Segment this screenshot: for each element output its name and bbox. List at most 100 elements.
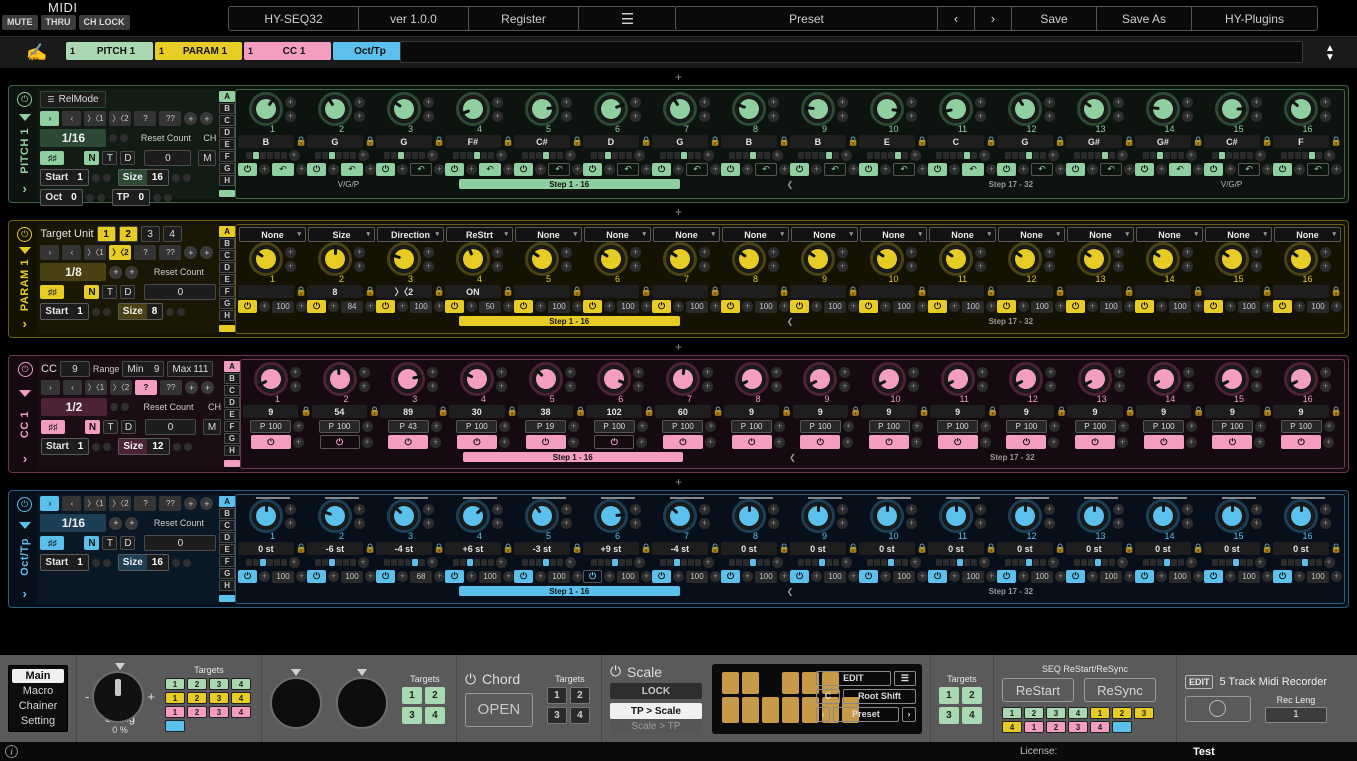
step-gate-toggle[interactable]: ⏻: [1066, 300, 1086, 313]
step-inc-icon[interactable]: +: [1114, 366, 1126, 378]
amount-stepper-icon[interactable]: +: [365, 571, 377, 582]
pattern-bank-A[interactable]: A: [219, 91, 236, 102]
chain-tab-0[interactable]: 1 PITCH 1: [66, 42, 153, 60]
step-bar-meter[interactable]: [245, 152, 287, 159]
pattern-bank-B[interactable]: B: [219, 238, 236, 249]
step-bar-stepper-icon[interactable]: +: [909, 150, 921, 161]
note-mode-icon[interactable]: ♯♯: [41, 420, 65, 434]
step-knob[interactable]: [870, 92, 905, 126]
amount-stepper-icon[interactable]: +: [572, 301, 584, 312]
step-knob-steppers[interactable]: + +: [630, 503, 642, 529]
nav-button-1[interactable]: ‹: [62, 111, 82, 126]
step-inc-icon[interactable]: +: [289, 366, 301, 378]
step-bar-stepper-icon[interactable]: +: [1254, 557, 1266, 568]
gate-stepper-icon[interactable]: +: [361, 436, 373, 448]
step-knob-steppers[interactable]: + +: [1113, 96, 1125, 122]
pattern-bank-H[interactable]: H: [219, 580, 236, 591]
pattern-bank-B[interactable]: B: [219, 508, 236, 519]
scale-lock-button[interactable]: LOCK: [609, 683, 702, 699]
mid-knob-a[interactable]: [269, 676, 322, 729]
white-key-1[interactable]: [741, 696, 759, 723]
mid-target-3[interactable]: 3: [401, 706, 422, 724]
step-knob-steppers[interactable]: + +: [906, 96, 918, 122]
pattern-bank-E[interactable]: E: [224, 409, 240, 420]
lock-icon[interactable]: 🔒: [1193, 136, 1204, 147]
step-bar-meter[interactable]: [659, 152, 701, 159]
tie-stepper-icon[interactable]: +: [1262, 164, 1274, 175]
step-value[interactable]: 9: [861, 405, 917, 418]
amount-stepper-icon[interactable]: +: [710, 571, 722, 582]
lane-expand-icon[interactable]: ›: [23, 316, 27, 331]
target-unit-4[interactable]: 4: [162, 226, 182, 242]
lock-icon[interactable]: 🔒: [365, 136, 376, 147]
pattern-bank-D[interactable]: D: [224, 397, 240, 408]
step-probability[interactable]: P 100: [1143, 420, 1185, 433]
page-button-macro[interactable]: Macro: [12, 684, 64, 698]
gate-stepper-icon[interactable]: +: [259, 164, 271, 175]
step-knob-steppers[interactable]: + +: [906, 246, 918, 272]
swing-target-8[interactable]: 1: [164, 706, 185, 718]
ntd-D[interactable]: D: [120, 536, 136, 550]
step-knob[interactable]: [456, 92, 491, 126]
hamburger-icon[interactable]: ☰: [579, 7, 676, 30]
step-value[interactable]: [238, 285, 294, 298]
size-inc-dot[interactable]: [177, 307, 186, 316]
step-value[interactable]: [859, 285, 915, 298]
step-knob[interactable]: [1008, 92, 1043, 126]
gate-stepper-icon[interactable]: +: [1018, 571, 1030, 582]
lock-icon[interactable]: 🔒: [641, 543, 652, 554]
reset-count-value[interactable]: 0: [144, 150, 192, 166]
step-inc-icon[interactable]: +: [699, 246, 711, 258]
step-value[interactable]: G#: [1135, 135, 1191, 148]
step-probability[interactable]: P 100: [937, 420, 979, 433]
step-gate-toggle[interactable]: ⏻: [445, 570, 465, 583]
step-amount[interactable]: 100: [686, 300, 709, 313]
step-knob-steppers[interactable]: + +: [1182, 503, 1194, 529]
lock-icon[interactable]: 🔒: [917, 136, 928, 147]
step-knob[interactable]: [1077, 92, 1112, 126]
step-gate-toggle[interactable]: ⏻: [937, 435, 978, 449]
step-gate-toggle[interactable]: ⏻: [997, 163, 1017, 176]
step-dec-icon[interactable]: +: [976, 380, 988, 392]
gate-stepper-icon[interactable]: +: [535, 301, 547, 312]
step-bar-stepper-icon[interactable]: +: [1254, 150, 1266, 161]
lane-power-icon[interactable]: ⏻: [17, 92, 33, 107]
step-gate-toggle[interactable]: ⏻: [859, 570, 879, 583]
scale-keyboard[interactable]: EDIT ☰ C Root Shift ‹ Preset ›: [711, 663, 922, 734]
gate-stepper-icon[interactable]: +: [1225, 164, 1237, 175]
nav-button-3[interactable]: 〉〈2: [109, 111, 132, 126]
step-probability[interactable]: P 100: [799, 420, 841, 433]
step-knob[interactable]: [1077, 242, 1112, 276]
step-knob-steppers[interactable]: + +: [561, 503, 573, 529]
gate-stepper-icon[interactable]: +: [1087, 164, 1099, 175]
step-gate-toggle[interactable]: ⏻: [514, 570, 534, 583]
step-gate-toggle[interactable]: ⏻: [1273, 300, 1293, 313]
white-key-2[interactable]: [761, 696, 779, 723]
step-dec-icon[interactable]: +: [1251, 380, 1263, 392]
step-value[interactable]: D: [583, 135, 639, 148]
step-gate-toggle[interactable]: ⏻: [1066, 163, 1086, 176]
step-knob-steppers[interactable]: + +: [837, 246, 849, 272]
step-inc-icon[interactable]: +: [1113, 96, 1125, 108]
tie-stepper-icon[interactable]: +: [710, 164, 722, 175]
step-inc-icon[interactable]: +: [1182, 246, 1194, 258]
start-field[interactable]: Start 1: [41, 438, 90, 455]
footer-left-label[interactable]: [243, 452, 463, 462]
tie-stepper-icon[interactable]: +: [641, 164, 653, 175]
step-gate-toggle[interactable]: ⏻: [731, 435, 772, 449]
black-key-2[interactable]: [762, 672, 779, 694]
step-tie-toggle[interactable]: ↶: [617, 163, 640, 176]
step-inc-icon[interactable]: +: [1113, 246, 1125, 258]
step-value[interactable]: 9: [1135, 405, 1192, 418]
step-value[interactable]: 9: [243, 405, 299, 418]
probability-stepper-icon[interactable]: +: [705, 421, 717, 432]
amount-stepper-icon[interactable]: +: [1262, 301, 1274, 312]
rate-dec-button[interactable]: +: [109, 265, 123, 279]
step-gate-toggle[interactable]: ⏻: [1135, 300, 1155, 313]
step-knob-steppers[interactable]: + +: [285, 503, 297, 529]
white-key-0[interactable]: [721, 696, 739, 723]
gate-stepper-icon[interactable]: +: [466, 164, 478, 175]
step-dec-icon[interactable]: +: [630, 110, 642, 122]
step-inc-icon[interactable]: +: [699, 503, 711, 515]
step-gate-toggle[interactable]: ⏻: [376, 300, 396, 313]
